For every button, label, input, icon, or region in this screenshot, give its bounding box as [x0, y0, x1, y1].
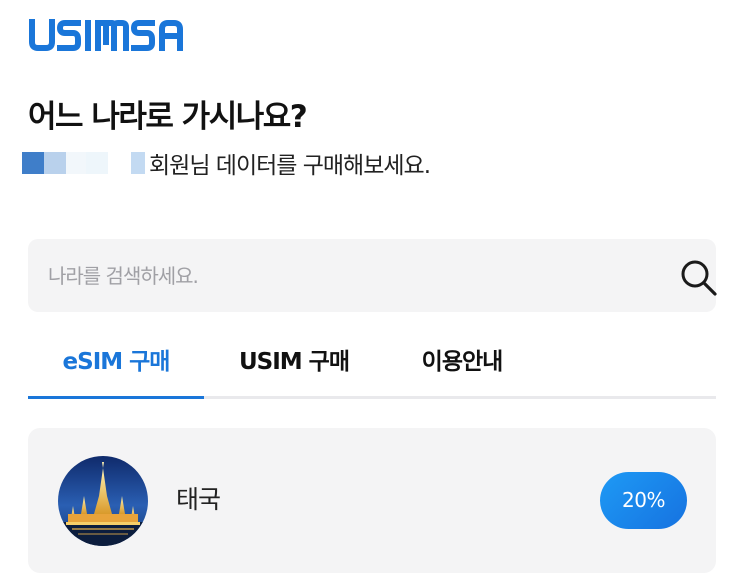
tab-guide[interactable]: 이용안내 — [392, 335, 532, 396]
tab-usim[interactable]: USIM 구매 — [214, 335, 374, 396]
greeting-text: 회원님 데이터를 구매해보세요. — [149, 153, 431, 179]
tab-bar: eSIM 구매 USIM 구매 이용안내 — [28, 335, 716, 399]
search-icon[interactable] — [679, 258, 719, 298]
page-title: 어느 나라로 가시나요? — [28, 99, 308, 135]
greeting: 회원님 데이터를 구매해보세요. — [22, 147, 431, 179]
discount-badge: 20% — [600, 472, 687, 529]
country-card[interactable]: 태국 20% — [28, 428, 716, 573]
active-tab-indicator — [28, 396, 204, 399]
masked-username — [22, 152, 145, 174]
tab-esim[interactable]: eSIM 구매 — [28, 335, 204, 396]
search-input[interactable] — [46, 255, 650, 297]
search-bar — [28, 239, 719, 312]
country-image — [58, 456, 148, 546]
usimsa-logo[interactable] — [28, 14, 204, 54]
country-name: 태국 — [176, 485, 221, 514]
